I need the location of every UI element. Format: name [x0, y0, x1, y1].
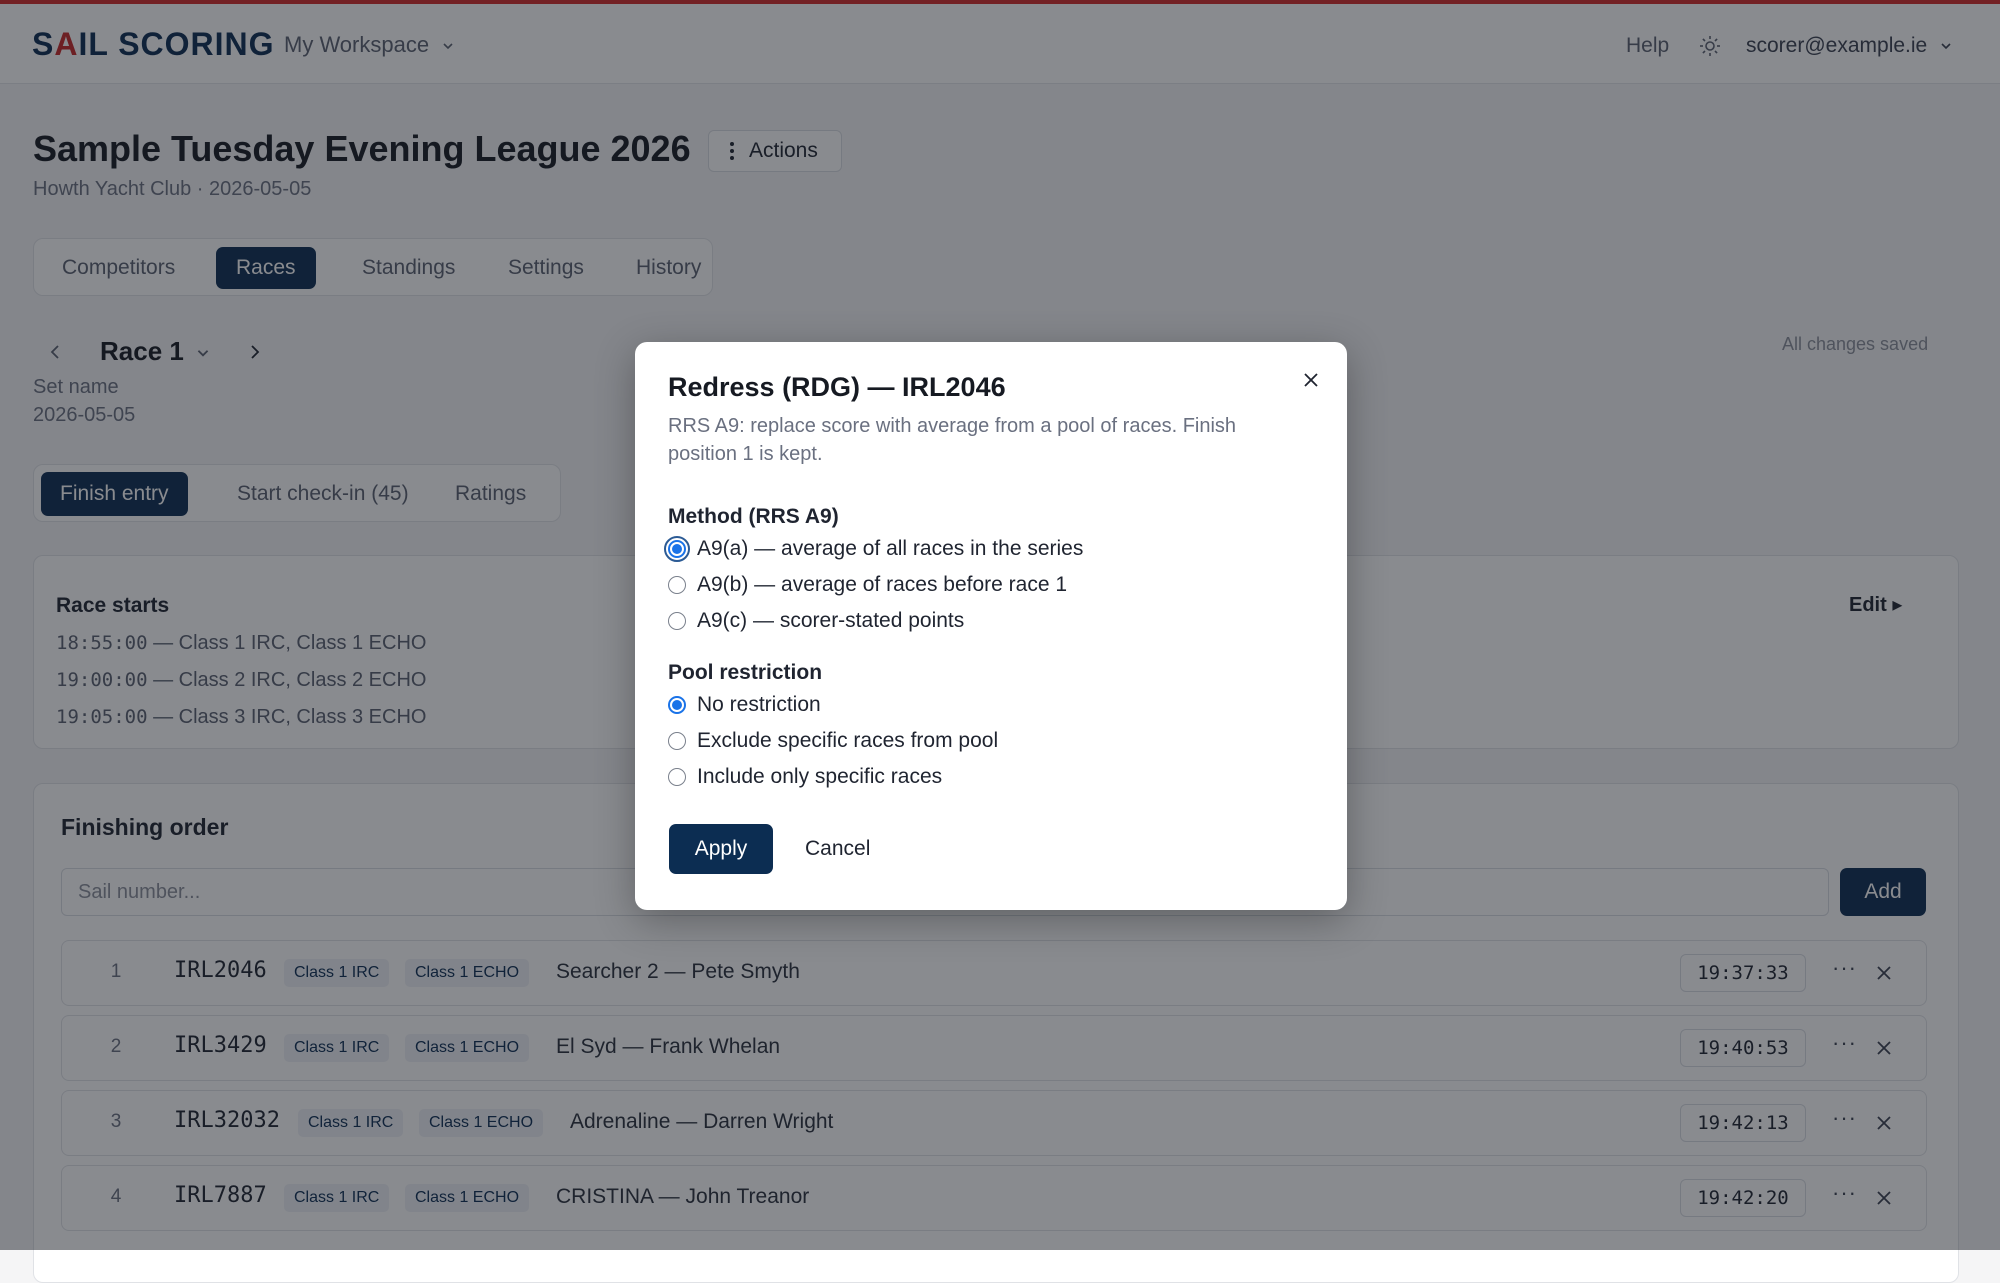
cancel-button[interactable]: Cancel — [805, 824, 870, 874]
option-label: A9(b) — average of races before race 1 — [697, 573, 1068, 596]
dialog-description: RRS A9: replace score with average from … — [668, 415, 1237, 465]
close-icon[interactable] — [1299, 368, 1323, 392]
radio-button[interactable] — [668, 696, 686, 714]
radio-button[interactable] — [668, 612, 686, 630]
method-option-a9c[interactable]: A9(c) — scorer-stated points — [668, 607, 964, 635]
radio-button[interactable] — [668, 576, 686, 594]
option-label: Exclude specific races from pool — [697, 729, 999, 752]
method-option-a9a[interactable]: A9(a) — average of all races in the seri… — [664, 535, 1084, 563]
radio-button[interactable] — [668, 768, 686, 786]
pool-option-exclude[interactable]: Exclude specific races from pool — [668, 727, 998, 755]
option-label: No restriction — [697, 693, 821, 716]
pool-restriction-label: Pool restriction — [668, 661, 823, 684]
option-label: Include only specific races — [697, 765, 943, 788]
radio-button[interactable] — [664, 536, 690, 562]
method-option-a9b[interactable]: A9(b) — average of races before race 1 — [668, 571, 1067, 599]
dialog-title: Redress (RDG) — IRL2046 — [668, 372, 1006, 402]
pool-option-no-restriction[interactable]: No restriction — [668, 691, 821, 719]
method-label: Method (RRS A9) — [668, 505, 839, 528]
apply-button[interactable]: Apply — [669, 824, 773, 874]
option-label: A9(c) — scorer-stated points — [697, 609, 965, 632]
radio-button[interactable] — [668, 732, 686, 750]
option-label: A9(a) — average of all races in the seri… — [697, 537, 1084, 560]
pool-option-include-only[interactable]: Include only specific races — [668, 763, 942, 791]
redress-dialog: Redress (RDG) — IRL2046 RRS A9: replace … — [635, 342, 1347, 910]
